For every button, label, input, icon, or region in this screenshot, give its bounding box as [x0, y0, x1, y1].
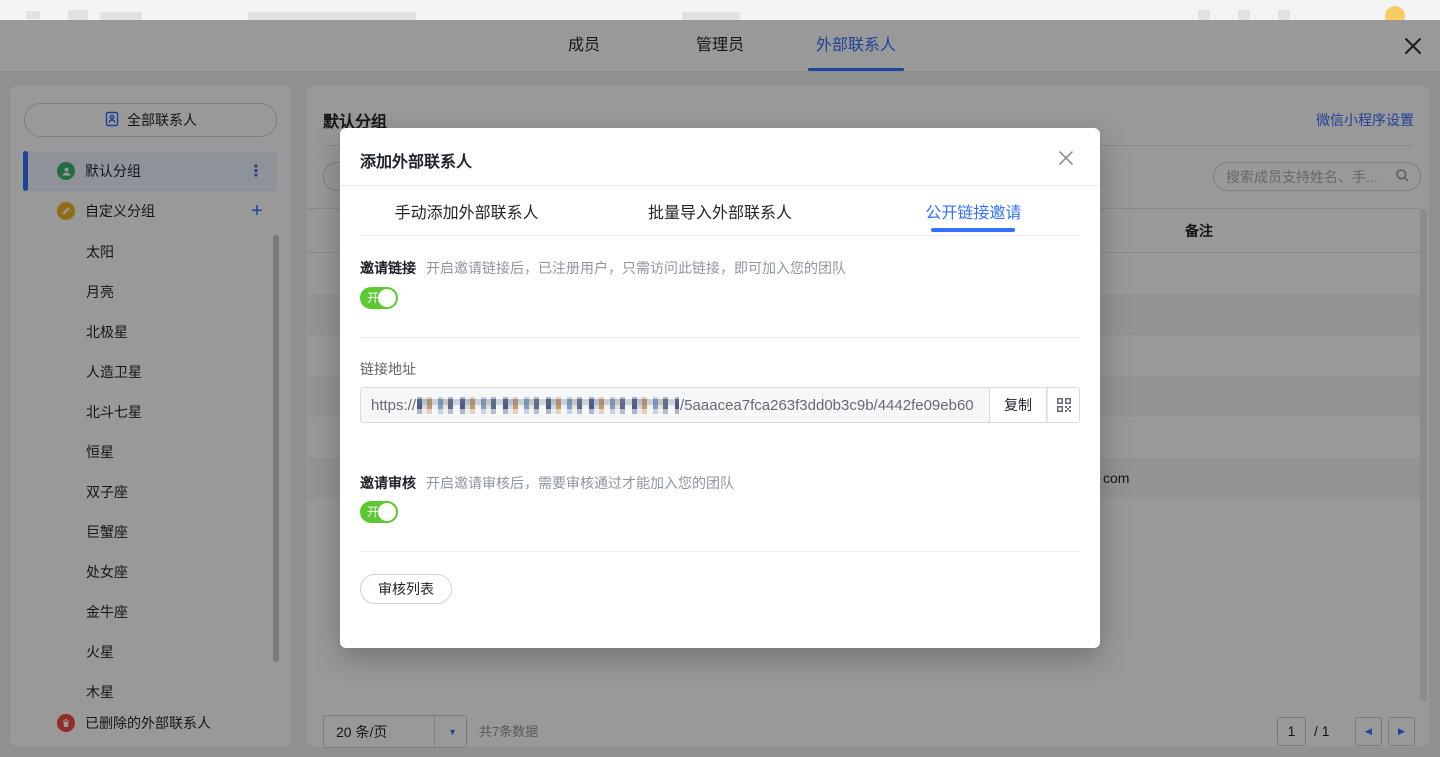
background-page-hint — [26, 11, 40, 19]
review-list-button[interactable]: 审核列表 — [360, 574, 452, 604]
background-page-hint — [68, 10, 88, 20]
url-masked-pixelated — [417, 397, 679, 414]
background-page-hint — [1238, 10, 1250, 20]
background-page-hint — [1198, 10, 1210, 20]
url-prefix: https:// — [371, 397, 416, 414]
qr-code-button[interactable] — [1047, 387, 1080, 423]
add-external-contact-dialog: 添加外部联系人 手动添加外部联系人 批量导入外部联系人 公开链接邀请 邀请链接开… — [340, 128, 1100, 648]
invite-review-description: 开启邀请审核后，需要审核通过才能加入您的团队 — [426, 475, 734, 491]
link-url-group: https:// /5aaacea7fca263f3dd0b3c9b/4442fe… — [360, 387, 1080, 423]
background-page-hint — [248, 12, 416, 20]
invite-link-description: 开启邀请链接后，已注册用户，只需访问此链接，即可加入您的团队 — [426, 260, 846, 276]
invite-link-toggle[interactable]: 开 — [360, 287, 398, 309]
dialog-tab-public-link-invite[interactable]: 公开链接邀请 — [847, 186, 1100, 235]
invite-review-label: 邀请审核 — [360, 475, 416, 491]
background-page-hint — [1278, 10, 1290, 20]
background-page-hint — [100, 12, 142, 20]
background-page-hint — [682, 12, 740, 20]
dialog-tab-batch-import[interactable]: 批量导入外部联系人 — [593, 186, 846, 235]
toggle-knob — [378, 503, 396, 521]
invite-review-toggle[interactable]: 开 — [360, 501, 398, 523]
url-suffix: /5aaacea7fca263f3dd0b3c9b/4442fe09eb60 — [680, 397, 974, 414]
toggle-knob — [378, 289, 396, 307]
dialog-title: 添加外部联系人 — [360, 148, 472, 172]
qr-code-icon — [1056, 397, 1072, 413]
link-url-input[interactable]: https:// /5aaacea7fca263f3dd0b3c9b/4442fe… — [360, 387, 990, 423]
invite-review-section-header: 邀请审核开启邀请审核后，需要审核通过才能加入您的团队 — [360, 473, 734, 493]
dialog-tabs: 手动添加外部联系人 批量导入外部联系人 公开链接邀请 — [340, 186, 1100, 235]
copy-link-button[interactable]: 复制 — [990, 387, 1047, 423]
link-address-label: 链接地址 — [360, 359, 416, 379]
divider — [360, 337, 1080, 338]
dialog-tab-manual-add[interactable]: 手动添加外部联系人 — [340, 186, 593, 235]
invite-link-section-header: 邀请链接开启邀请链接后，已注册用户，只需访问此链接，即可加入您的团队 — [360, 258, 846, 278]
invite-link-label: 邀请链接 — [360, 260, 416, 276]
dialog-close-icon[interactable] — [1056, 148, 1076, 168]
divider — [360, 551, 1080, 552]
divider — [360, 235, 1080, 236]
